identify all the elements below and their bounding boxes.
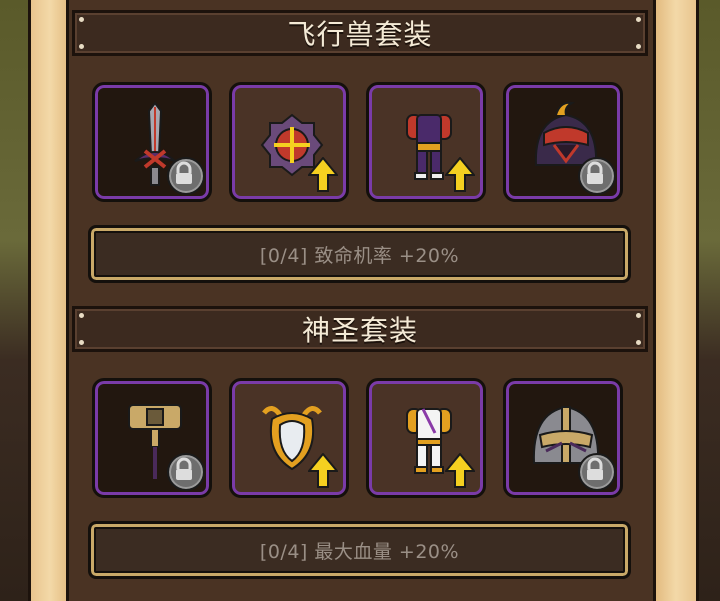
lock-icon (578, 157, 616, 195)
set-title: 神圣套装 (301, 314, 418, 347)
equipment-slot-armor[interactable] (366, 82, 486, 202)
set-bonus-bar: [0/4] 致命机率 +20% (88, 225, 631, 283)
upgrade-arrow-icon (308, 157, 338, 192)
scroll-edge-left (28, 0, 69, 601)
set-header: 神圣套装 (72, 306, 648, 352)
scroll-edge-right (656, 0, 699, 601)
lock-icon (167, 453, 205, 491)
set-header: 飞行兽套装 (72, 10, 648, 56)
equipment-slot-amulet[interactable] (229, 378, 349, 498)
upgrade-arrow-icon (445, 453, 475, 488)
equipment-slot-amulet[interactable] (229, 82, 349, 202)
equipment-slot-helmet[interactable] (503, 378, 623, 498)
set-bonus-text: [0/4] 最大血量 +20% (259, 540, 460, 563)
upgrade-arrow-icon (308, 453, 338, 488)
background-left (0, 0, 30, 601)
equipment-slot-weapon[interactable] (92, 378, 212, 498)
set-bonus-text: [0/4] 致命机率 +20% (259, 244, 460, 267)
equipment-slot-weapon[interactable] (92, 82, 212, 202)
set-bonus-bar: [0/4] 最大血量 +20% (88, 521, 631, 579)
lock-icon (578, 453, 616, 491)
lock-icon (167, 157, 205, 195)
upgrade-arrow-icon (445, 157, 475, 192)
equipment-slot-armor[interactable] (366, 378, 486, 498)
equipment-slot-helmet[interactable] (503, 82, 623, 202)
set-title: 飞行兽套装 (287, 18, 433, 51)
